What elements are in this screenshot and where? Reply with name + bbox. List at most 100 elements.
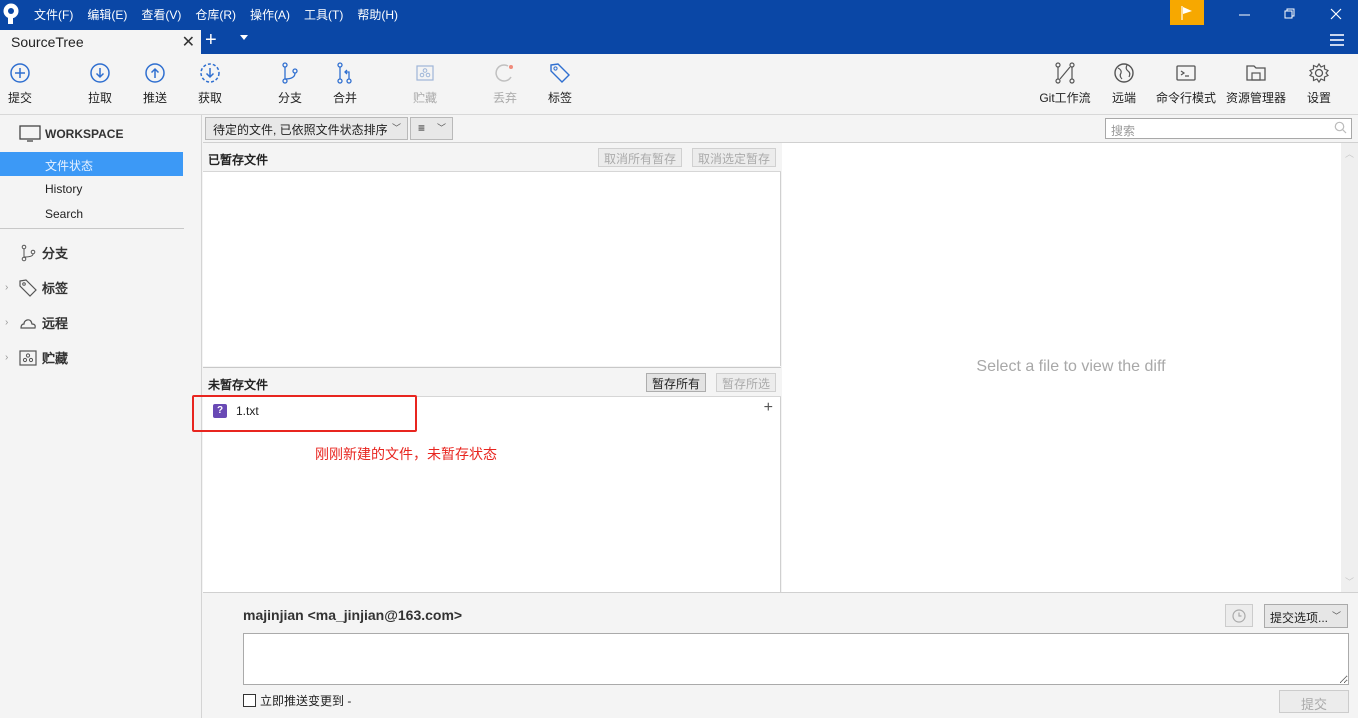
terminal-toolbar-button[interactable]: 命令行模式	[1156, 62, 1216, 106]
notification-flag-button[interactable]	[1170, 0, 1204, 25]
workspace-header: WORKSPACE	[19, 125, 123, 143]
cloud-icon	[20, 318, 36, 329]
scroll-up-icon[interactable]: ︿	[1345, 147, 1354, 160]
staged-header: 已暂存文件 取消所有暂存 取消选定暂存	[203, 143, 781, 172]
branch-icon	[282, 62, 298, 84]
close-icon	[1330, 8, 1342, 20]
discard-toolbar-button[interactable]: 丢弃	[480, 62, 530, 106]
clock-icon	[1232, 608, 1246, 623]
settings-gear-icon	[1309, 62, 1329, 84]
hamburger-menu-icon[interactable]	[1330, 34, 1344, 49]
restore-icon	[1284, 8, 1295, 19]
sidebar-group-tags[interactable]: › 标签	[5, 278, 68, 297]
new-tab-plus-icon[interactable]: +	[205, 29, 217, 52]
sidebar: WORKSPACE 文件状态 History Search 分支 › 标签 › …	[0, 115, 202, 718]
remote-toolbar-button[interactable]: 远端	[1099, 62, 1149, 106]
menu-help[interactable]: 帮助(H)	[357, 6, 398, 23]
minimize-icon	[1239, 14, 1250, 16]
fetch-toolbar-button[interactable]: 获取	[185, 62, 235, 106]
commit-message-input[interactable]	[243, 633, 1349, 685]
close-window-button[interactable]	[1314, 0, 1358, 28]
search-input[interactable]: 搜索	[1105, 118, 1352, 139]
sidebar-group-stashes[interactable]: › 贮藏	[5, 348, 68, 367]
pull-toolbar-button[interactable]: 拉取	[75, 62, 125, 106]
tab-list-dropdown-icon[interactable]	[240, 35, 248, 40]
menu-repository[interactable]: 仓库(R)	[195, 6, 236, 23]
annotation-highlight-box	[192, 395, 417, 432]
stash-icon	[19, 349, 37, 366]
chevron-down-icon: ﹀	[391, 123, 401, 133]
view-mode-dropdown[interactable]: ≡ ﹀	[410, 117, 453, 140]
commit-panel: majinjian <ma_jinjian@163.com> 提交选项... ﹀…	[203, 592, 1358, 718]
sidebar-item-history[interactable]: History	[0, 177, 183, 201]
commit-toolbar-button[interactable]: 提交	[0, 62, 45, 106]
merge-toolbar-button[interactable]: 合并	[320, 62, 370, 106]
commit-author: majinjian <ma_jinjian@163.com>	[243, 607, 463, 623]
sort-dropdown[interactable]: 待定的文件, 已依照文件状态排序 ﹀	[205, 117, 408, 140]
filter-bar: 待定的文件, 已依照文件状态排序 ﹀ ≡ ﹀ 搜索	[203, 115, 1358, 143]
menu-edit[interactable]: 编辑(E)	[87, 6, 127, 23]
menu-bar: 文件(F) 编辑(E) 查看(V) 仓库(R) 操作(A) 工具(T) 帮助(H…	[34, 0, 412, 28]
sidebar-divider	[0, 228, 184, 229]
commit-options-dropdown[interactable]: 提交选项... ﹀	[1264, 604, 1348, 628]
push-icon	[145, 63, 165, 83]
merge-icon	[337, 62, 352, 84]
restore-button[interactable]	[1268, 0, 1312, 28]
unstage-selected-button[interactable]: 取消选定暂存	[692, 148, 777, 167]
toolbar: 提交 拉取 推送 获取 分支 合并 贮藏 丢弃 标签 Git工作流 远端 命令行…	[0, 54, 1358, 115]
stage-file-plus-icon[interactable]: +	[764, 399, 773, 417]
stage-all-button[interactable]: 暂存所有	[646, 373, 707, 392]
fetch-icon	[200, 63, 220, 83]
menu-view[interactable]: 查看(V)	[141, 6, 181, 23]
branch-toolbar-button[interactable]: 分支	[265, 62, 315, 106]
diff-scrollbar[interactable]: ︿ ﹀	[1341, 143, 1358, 592]
sidebar-item-search[interactable]: Search	[0, 202, 183, 226]
tab-bar: SourceTree ✕ +	[0, 28, 1358, 54]
expand-chevron-icon[interactable]: ›	[5, 317, 15, 328]
tab-label: SourceTree	[11, 34, 84, 50]
unstage-all-button[interactable]: 取消所有暂存	[598, 148, 683, 167]
stage-selected-button[interactable]: 暂存所选	[716, 373, 777, 392]
pull-icon	[90, 63, 110, 83]
sidebar-item-file-status[interactable]: 文件状态	[0, 152, 183, 176]
discard-icon	[495, 64, 513, 82]
expand-chevron-icon[interactable]: ›	[5, 352, 15, 363]
chevron-down-icon: ﹀	[1331, 611, 1341, 621]
push-immediately-checkbox[interactable]	[243, 694, 256, 707]
scroll-down-icon[interactable]: ﹀	[1345, 575, 1354, 588]
staged-files-pane: 已暂存文件 取消所有暂存 取消选定暂存	[203, 143, 781, 366]
title-bar: 文件(F) 编辑(E) 查看(V) 仓库(R) 操作(A) 工具(T) 帮助(H…	[0, 0, 1358, 28]
sourcetree-logo-icon	[3, 3, 19, 24]
menu-actions[interactable]: 操作(A)	[250, 6, 290, 23]
stash-icon	[416, 65, 434, 81]
settings-toolbar-button[interactable]: 设置	[1294, 62, 1344, 106]
sidebar-group-remotes[interactable]: › 远程	[5, 313, 68, 332]
menu-tools[interactable]: 工具(T)	[304, 6, 343, 23]
diff-placeholder: Select a file to view the diff	[976, 358, 1166, 375]
branch-icon	[21, 244, 36, 261]
explorer-toolbar-button[interactable]: 资源管理器	[1226, 62, 1286, 106]
unstaged-title: 未暂存文件	[208, 378, 269, 392]
commit-history-button[interactable]	[1225, 604, 1253, 627]
push-immediately-option[interactable]: 立即推送变更到 -	[243, 692, 351, 709]
minimize-button[interactable]	[1223, 0, 1267, 28]
git-flow-toolbar-button[interactable]: Git工作流	[1037, 62, 1093, 106]
tab-close-icon[interactable]: ✕	[182, 32, 195, 52]
push-toolbar-button[interactable]: 推送	[130, 62, 180, 106]
sidebar-group-branches[interactable]: 分支	[5, 243, 68, 262]
git-flow-icon	[1055, 62, 1075, 84]
menu-file[interactable]: 文件(F)	[34, 6, 73, 23]
tag-icon	[19, 278, 37, 297]
search-icon	[1334, 121, 1347, 134]
unstaged-header: 未暂存文件 暂存所有 暂存所选	[203, 368, 781, 397]
tab-sourcetree[interactable]: SourceTree ✕	[0, 30, 201, 54]
staged-title: 已暂存文件	[208, 153, 269, 167]
commit-button[interactable]: 提交	[1279, 690, 1349, 713]
diff-viewer: Select a file to view the diff	[782, 143, 1341, 592]
remote-globe-icon	[1114, 63, 1134, 83]
terminal-icon	[1176, 65, 1196, 81]
tag-toolbar-button[interactable]: 标签	[535, 62, 585, 106]
expand-chevron-icon[interactable]: ›	[5, 282, 15, 293]
stash-toolbar-button[interactable]: 贮藏	[400, 62, 450, 106]
commit-icon	[10, 63, 30, 83]
